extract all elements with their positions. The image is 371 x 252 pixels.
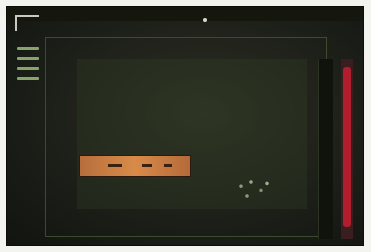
bar-text-segment	[108, 164, 122, 167]
app-logo-icon	[15, 15, 39, 31]
vertical-scrollbar[interactable]	[341, 59, 353, 239]
sidebar-item-2[interactable]	[17, 57, 39, 60]
sidebar-item-1[interactable]	[17, 47, 39, 50]
title-bar	[7, 7, 363, 21]
scrollbar-thumb[interactable]	[343, 67, 351, 227]
sidebar	[17, 47, 39, 87]
bar-text-segment	[164, 164, 172, 167]
sidebar-item-4[interactable]	[17, 77, 39, 80]
point-cluster	[233, 175, 273, 203]
app-window	[6, 6, 364, 246]
selected-item-bar[interactable]	[79, 155, 191, 177]
bar-text-segment	[142, 164, 152, 167]
side-panel	[318, 59, 333, 239]
status-dot-icon	[203, 18, 207, 22]
sidebar-item-3[interactable]	[17, 67, 39, 70]
